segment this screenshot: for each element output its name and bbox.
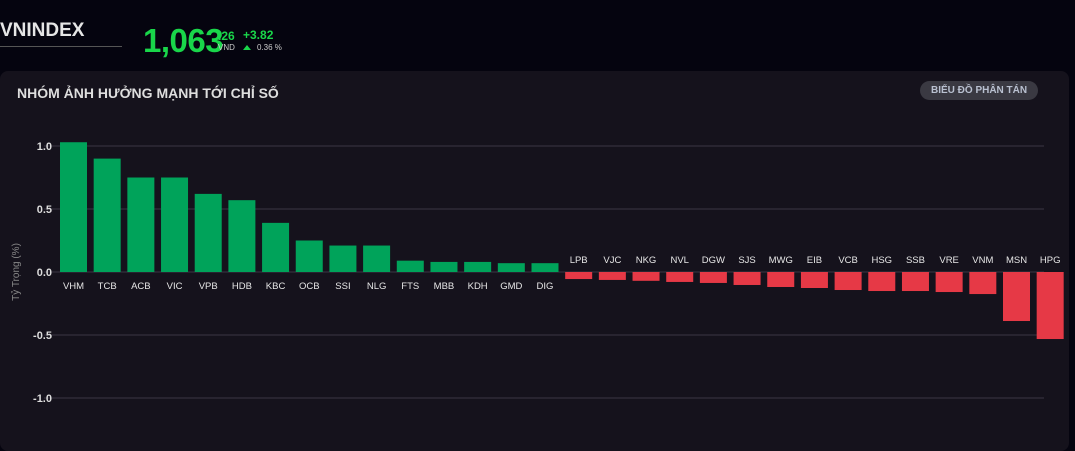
bar-gmd bbox=[497, 263, 525, 272]
y-tick-label: 1.0 bbox=[37, 141, 52, 153]
bar-kdh bbox=[464, 261, 492, 272]
x-tick-label: VIC bbox=[167, 281, 183, 292]
x-tick-label: VCB bbox=[838, 255, 858, 266]
bar-ocb bbox=[295, 240, 323, 272]
y-tick-label: 0.5 bbox=[37, 204, 52, 216]
x-tick-label: TCB bbox=[98, 281, 117, 292]
x-tick-label: SJS bbox=[738, 255, 755, 266]
x-tick-label: NKG bbox=[636, 255, 657, 266]
bar-vnm bbox=[969, 272, 997, 295]
bar-hpg bbox=[1036, 272, 1064, 340]
x-tick-label: DIG bbox=[537, 281, 554, 292]
bar-vpb bbox=[194, 193, 222, 272]
x-tick-label: VRE bbox=[939, 255, 959, 266]
y-tick-label: 0.0 bbox=[37, 267, 52, 279]
bar-vic bbox=[161, 177, 189, 272]
bar-nkg bbox=[632, 272, 660, 281]
x-tick-label: FTS bbox=[401, 281, 419, 292]
bar-eib bbox=[800, 272, 828, 289]
bar-chart: 1.0 0.5 0.0 -0.5 -1.0 Tỷ Trọng (%) VHM TCB ACB VI… bbox=[10, 141, 1064, 405]
x-tick-label: VHM bbox=[63, 281, 84, 292]
x-tick-label: HSG bbox=[871, 255, 892, 266]
x-tick-label: VNM bbox=[972, 255, 993, 266]
y-tick-label: -1.0 bbox=[33, 393, 52, 405]
bar-vjc bbox=[598, 272, 626, 280]
bar-fts bbox=[396, 260, 424, 272]
bar-ssi bbox=[329, 245, 357, 272]
x-tick-label: DGW bbox=[702, 255, 725, 266]
bar-nvl bbox=[666, 272, 694, 282]
x-tick-label: HDB bbox=[232, 281, 252, 292]
bar-acb bbox=[127, 177, 155, 272]
x-tick-label: NVL bbox=[670, 255, 688, 266]
bar-hsg bbox=[868, 272, 896, 292]
bar-ssb bbox=[901, 272, 929, 292]
bar-kbc bbox=[262, 222, 290, 272]
x-tick-label: KDH bbox=[468, 281, 488, 292]
x-tick-label: MBB bbox=[434, 281, 455, 292]
x-tick-label: KBC bbox=[266, 281, 286, 292]
bar-nlg bbox=[363, 245, 391, 272]
x-tick-label: GMD bbox=[500, 281, 522, 292]
bar-lpb bbox=[565, 272, 593, 280]
x-tick-label: MSN bbox=[1006, 255, 1027, 266]
bar-hdb bbox=[228, 200, 256, 272]
x-tick-label: LPB bbox=[570, 255, 588, 266]
x-tick-label: OCB bbox=[299, 281, 320, 292]
bar-vcb bbox=[834, 272, 862, 291]
bar-dig bbox=[531, 263, 559, 272]
y-tick-label: -0.5 bbox=[33, 330, 52, 342]
bar-tcb bbox=[93, 158, 121, 272]
bar-vhm bbox=[60, 142, 87, 272]
x-tick-label: ACB bbox=[131, 281, 151, 292]
bar-dgw bbox=[699, 272, 727, 283]
x-tick-label: EIB bbox=[807, 255, 822, 266]
y-axis-label: Tỷ Trọng (%) bbox=[10, 243, 22, 301]
bar-msn bbox=[1003, 272, 1030, 322]
x-tick-label: SSI bbox=[335, 281, 350, 292]
x-tick-label: SSB bbox=[906, 255, 925, 266]
x-tick-label: NLG bbox=[367, 281, 387, 292]
bar-mbb bbox=[430, 261, 458, 272]
x-tick-label: VJC bbox=[603, 255, 621, 266]
bar-mwg bbox=[767, 272, 795, 287]
bar-sjs bbox=[733, 272, 761, 285]
x-tick-label: MWG bbox=[769, 255, 793, 266]
x-tick-label: VPB bbox=[199, 281, 218, 292]
x-tick-label: HPG bbox=[1040, 255, 1061, 266]
bar-vre bbox=[935, 272, 963, 293]
